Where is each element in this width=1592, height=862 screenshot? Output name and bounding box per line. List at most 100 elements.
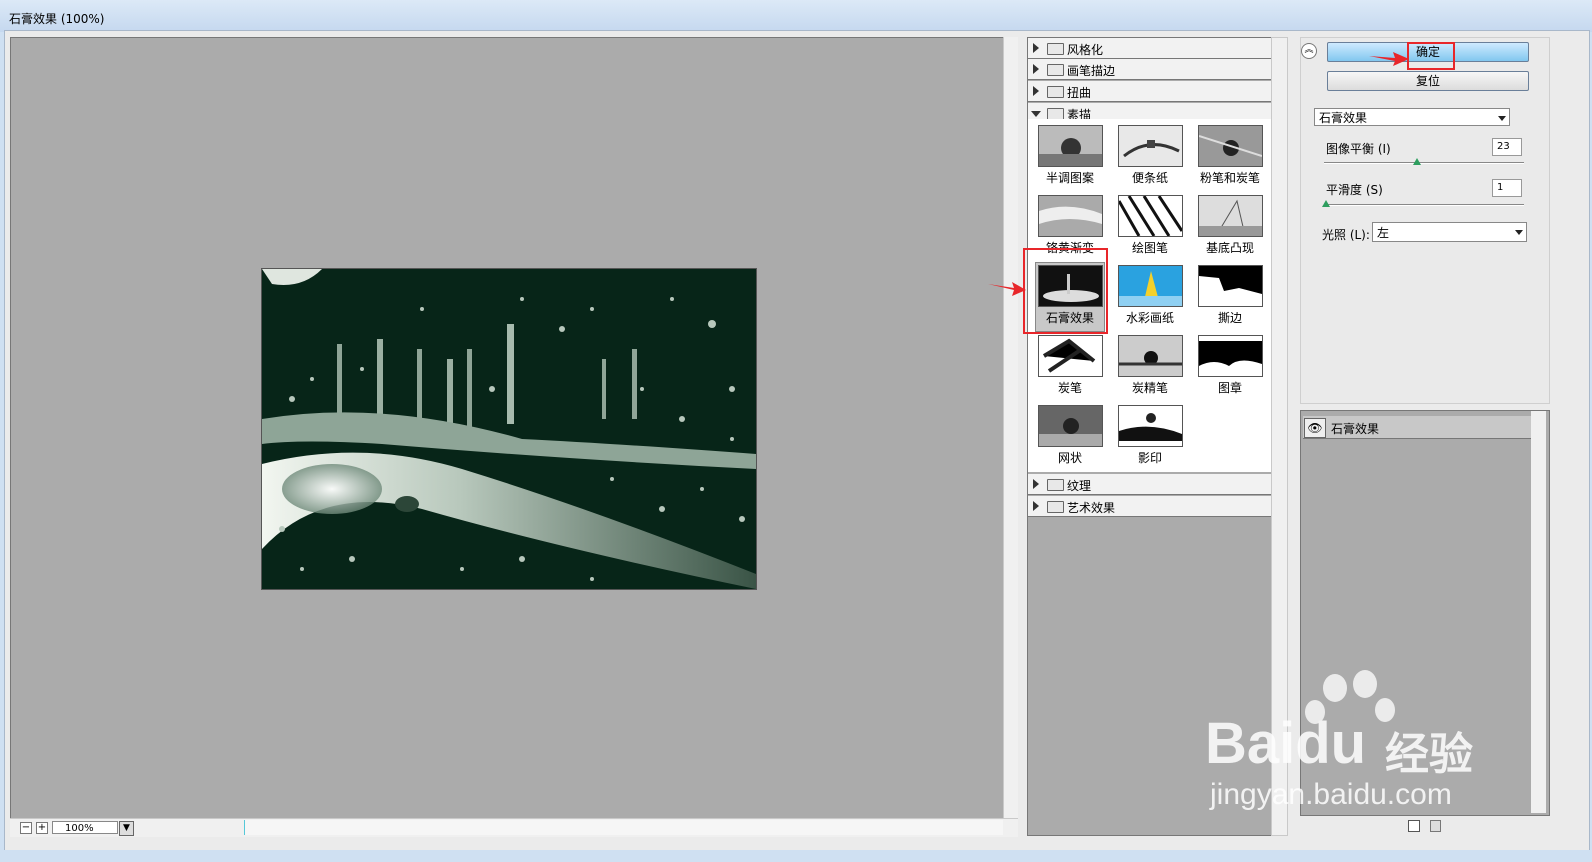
expand-triangle-icon [1033, 86, 1039, 96]
filter-thumb-halftone-pattern[interactable]: 半调图案 [1036, 123, 1104, 191]
thumb-image [1038, 405, 1103, 447]
thumb-label: 粉笔和炭笔 [1199, 171, 1260, 185]
expand-triangle-icon [1033, 501, 1039, 511]
expand-triangle-icon [1033, 64, 1039, 74]
watermark-brand: Baidu [1205, 711, 1367, 776]
thumb-image [1038, 125, 1103, 167]
thumb-image [1198, 335, 1263, 377]
light-label: 光照 (L): [1322, 228, 1370, 242]
chevron-down-icon [1498, 116, 1506, 121]
filter-thumb-graphic-pen[interactable]: 绘图笔 [1116, 193, 1184, 261]
thumb-image [1038, 335, 1103, 377]
category-artistic[interactable]: 艺术效果 [1028, 496, 1272, 517]
zoom-level-field[interactable]: 100% [52, 821, 118, 834]
delete-effect-layer-icon[interactable] [1430, 820, 1441, 832]
effect-layer-name: 石膏效果 [1331, 422, 1380, 436]
thumb-image [1198, 125, 1263, 167]
filter-select-value: 石膏效果 [1319, 111, 1368, 125]
filter-thumb-torn-edges[interactable]: 撕边 [1196, 263, 1264, 331]
preview-horizontal-scrollbar[interactable] [244, 820, 1003, 835]
preview-vertical-scrollbar[interactable] [1003, 37, 1018, 818]
folder-icon [1047, 501, 1064, 513]
thumb-label: 半调图案 [1045, 171, 1094, 185]
filter-select[interactable]: 石膏效果 [1314, 108, 1510, 126]
watermark-url: jingyan.baidu.com [1210, 778, 1452, 811]
highlight-box [1023, 248, 1108, 334]
category-label: 扭曲 [1067, 86, 1092, 100]
thumb-label: 水彩画纸 [1125, 311, 1174, 325]
category-label: 艺术效果 [1067, 501, 1116, 515]
preview-image [261, 268, 757, 590]
folder-icon [1047, 64, 1064, 76]
settings-panel [1300, 37, 1550, 404]
category-label: 纹理 [1067, 479, 1092, 493]
thumb-image [1118, 265, 1183, 307]
image-balance-input[interactable]: 23 [1492, 138, 1522, 156]
filter-thumb-bas-relief[interactable]: 基底凸现 [1196, 193, 1264, 261]
filter-thumb-charcoal[interactable]: 炭笔 [1036, 333, 1104, 401]
category-stylize[interactable]: 风格化 [1028, 38, 1272, 59]
folder-icon [1047, 479, 1064, 491]
thumb-image [1118, 335, 1183, 377]
thumb-image [1038, 195, 1103, 237]
collapse-panel-icon[interactable]: ︽ [1301, 43, 1317, 59]
title-bar: 石膏效果 (100%) [0, 0, 1592, 32]
thumb-image [1118, 195, 1183, 237]
collapse-triangle-icon [1031, 111, 1041, 117]
thumb-label: 炭精笔 [1131, 381, 1168, 395]
filter-thumb-conte-crayon[interactable]: 炭精笔 [1116, 333, 1184, 401]
thumb-label: 影印 [1137, 451, 1162, 465]
chevron-down-icon [1515, 230, 1523, 235]
thumb-image [1198, 195, 1263, 237]
smoothness-label: 平滑度 (S) [1326, 183, 1383, 197]
thumb-label: 基底凸现 [1205, 241, 1254, 255]
smoothness-input[interactable]: 1 [1492, 179, 1522, 197]
thumb-label: 便条纸 [1131, 171, 1168, 185]
new-effect-layer-icon[interactable] [1408, 820, 1420, 832]
filter-thumb-stamp[interactable]: 图章 [1196, 333, 1264, 401]
filter-thumb-chalk-charcoal[interactable]: 粉笔和炭笔 [1196, 123, 1264, 191]
layers-scrollbar[interactable] [1531, 411, 1546, 813]
filter-thumb-reticulation[interactable]: 网状 [1036, 403, 1104, 471]
status-strip [0, 850, 1592, 862]
light-select-value: 左 [1377, 226, 1390, 240]
thumb-label: 网状 [1057, 451, 1082, 465]
category-distort[interactable]: 扭曲 [1028, 81, 1272, 102]
thumb-image [1118, 125, 1183, 167]
reset-button[interactable]: 复位 [1327, 71, 1529, 91]
filter-thumb-photocopy[interactable]: 影印 [1116, 403, 1184, 471]
zoom-in-button[interactable]: + [36, 822, 48, 834]
window-title: 石膏效果 (100%) [9, 12, 105, 26]
thumb-label: 炭笔 [1057, 381, 1082, 395]
smoothness-slider-knob[interactable] [1322, 200, 1330, 207]
folder-icon [1047, 43, 1064, 55]
baidu-watermark: Baidu 经验 jingyan.baidu.com [1205, 670, 1525, 820]
watermark-suffix: 经验 [1385, 729, 1473, 780]
preview-bottom-bar: − + 100% ▼ [10, 818, 1018, 837]
thumb-image [1198, 265, 1263, 307]
image-balance-label: 图像平衡 (I) [1326, 142, 1391, 156]
expand-triangle-icon [1033, 479, 1039, 489]
arrow-icon [1369, 52, 1409, 66]
thumb-label: 绘图笔 [1131, 241, 1168, 255]
smoothness-track[interactable] [1324, 204, 1524, 206]
category-brush-strokes[interactable]: 画笔描边 [1028, 59, 1272, 80]
category-label: 画笔描边 [1067, 64, 1116, 78]
zoom-dropdown-button[interactable]: ▼ [119, 821, 134, 836]
preview-canvas[interactable] [10, 37, 1006, 820]
zoom-out-button[interactable]: − [20, 822, 32, 834]
image-balance-track[interactable] [1324, 162, 1524, 164]
image-balance-slider-knob[interactable] [1413, 158, 1421, 165]
thumb-image [1118, 405, 1183, 447]
filter-thumb-water-paper[interactable]: 水彩画纸 [1116, 263, 1184, 331]
category-label: 风格化 [1067, 43, 1104, 57]
expand-triangle-icon [1033, 43, 1039, 53]
thumb-label: 撕边 [1217, 311, 1242, 325]
thumb-label: 图章 [1217, 381, 1242, 395]
category-texture[interactable]: 纹理 [1028, 474, 1272, 495]
arrow-icon [988, 282, 1026, 296]
filter-thumb-note-paper[interactable]: 便条纸 [1116, 123, 1184, 191]
eye-visibility-icon[interactable]: 👁 [1304, 418, 1326, 438]
folder-icon [1047, 86, 1064, 98]
light-select[interactable]: 左 [1372, 222, 1527, 242]
